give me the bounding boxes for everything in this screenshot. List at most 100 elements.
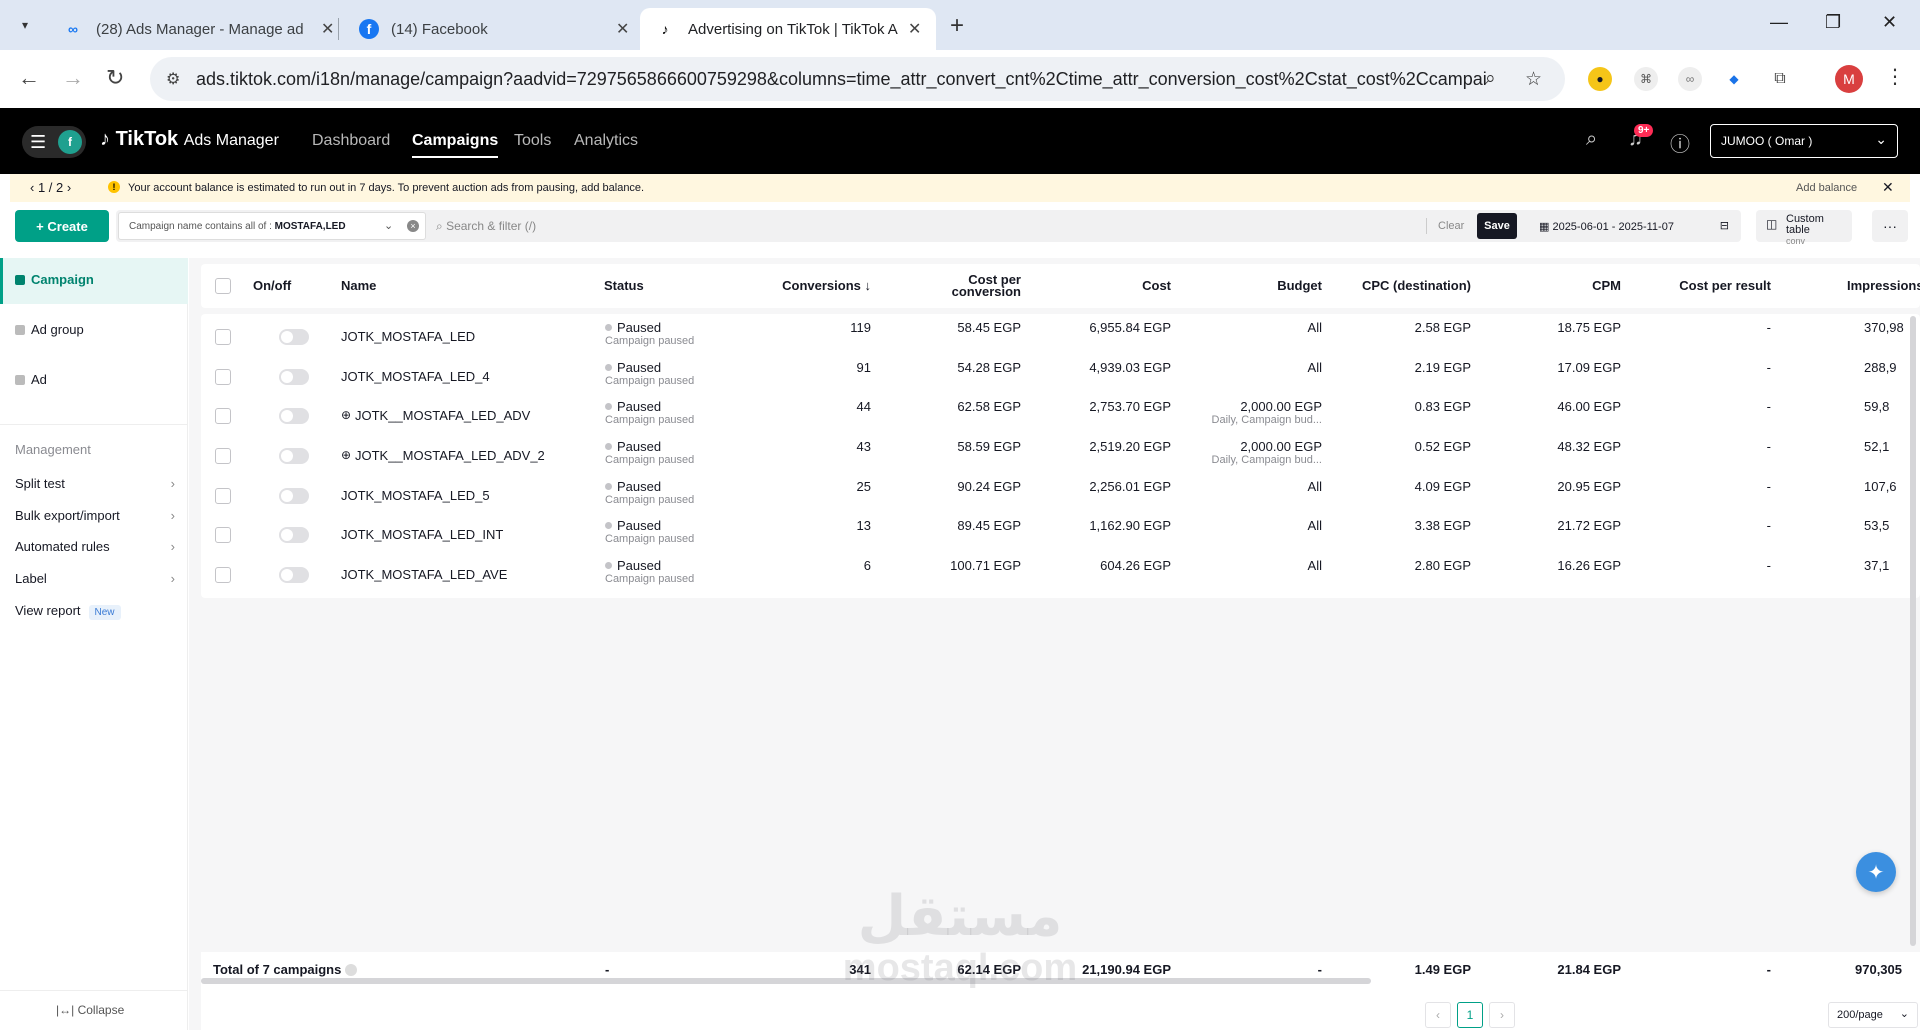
horizontal-scrollbar[interactable] <box>201 978 1371 984</box>
row-checkbox[interactable] <box>215 448 231 464</box>
sidebar-item-label[interactable]: Label › <box>15 571 175 586</box>
campaign-toggle[interactable] <box>279 527 309 543</box>
clear-button[interactable]: Clear <box>1438 220 1464 232</box>
sidebar-item-split-test[interactable]: Split test › <box>15 476 175 491</box>
address-bar[interactable]: ⚙ ads.tiktok.com/i18n/manage/campaign?aa… <box>150 57 1565 101</box>
table-row[interactable]: JOTK_MOSTAFA_LED_AVE Paused Campaign pause… <box>201 552 1920 598</box>
more-options-icon[interactable]: ··· <box>1872 210 1908 242</box>
restore-icon[interactable]: ❐ <box>1825 12 1841 33</box>
save-filter-button[interactable]: Save <box>1477 213 1517 239</box>
sidebar-item-automated-rules[interactable]: Automated rules › <box>15 539 175 554</box>
campaign-toggle[interactable] <box>279 488 309 504</box>
tag-extension-icon[interactable]: ◆ <box>1722 67 1746 91</box>
info-icon[interactable] <box>344 964 357 976</box>
site-info-icon[interactable]: ⚙ <box>166 69 180 89</box>
add-balance-link[interactable]: Add balance <box>1796 182 1857 194</box>
help-icon[interactable]: ⓘ <box>1670 128 1690 157</box>
notice-pager[interactable]: ‹ 1 / 2 › <box>30 180 71 195</box>
search-filter-bar[interactable]: Campaign name contains all of : MOSTAFA,… <box>116 210 1535 242</box>
row-checkbox[interactable] <box>215 488 231 504</box>
row-checkbox[interactable] <box>215 369 231 385</box>
col-cpc[interactable]: CPC (destination) <box>1321 279 1471 292</box>
page-size-select[interactable]: 200/page ⌄ <box>1828 1002 1918 1028</box>
sidebar-level-campaign[interactable]: Campaign <box>0 258 188 304</box>
search-icon[interactable]: ⌕ <box>1586 128 1597 151</box>
col-cost[interactable]: Cost <box>1051 279 1171 292</box>
extension-icon[interactable]: ● <box>1588 67 1612 91</box>
bookmark-star-icon[interactable]: ☆ <box>1525 68 1542 91</box>
close-icon[interactable]: ✕ <box>321 19 334 39</box>
browser-menu-icon[interactable]: ⋮ <box>1885 64 1905 89</box>
clear-chip-icon[interactable]: × <box>407 220 419 232</box>
row-checkbox[interactable] <box>215 408 231 424</box>
filter-chip[interactable]: Campaign name contains all of : MOSTAFA,… <box>118 212 426 240</box>
close-icon[interactable]: ✕ <box>616 19 629 39</box>
row-checkbox[interactable] <box>215 527 231 543</box>
link-extension-icon[interactable]: ∞ <box>1678 67 1702 91</box>
campaign-name-link[interactable]: JOTK_MOSTAFA_LED <box>341 329 475 344</box>
chevron-down-icon[interactable]: ⌄ <box>384 219 393 232</box>
nav-dashboard[interactable]: Dashboard <box>312 132 390 150</box>
tiktok-logo[interactable]: ♪ TikTok Ads Manager <box>100 128 279 151</box>
campaign-toggle[interactable] <box>279 329 309 345</box>
col-cpm[interactable]: CPM <box>1501 279 1621 292</box>
row-checkbox[interactable] <box>215 567 231 583</box>
select-all-checkbox[interactable] <box>215 278 231 294</box>
minimize-icon[interactable]: — <box>1770 12 1788 33</box>
compare-icon[interactable]: ⊟ <box>1720 219 1729 232</box>
campaign-toggle[interactable] <box>279 408 309 424</box>
page-number[interactable]: 1 <box>1457 1002 1483 1028</box>
custom-table-button[interactable]: ◫ Custom table conv <box>1756 210 1852 246</box>
col-name[interactable]: Name <box>341 279 376 292</box>
search-input[interactable]: ⌕ Search & filter (/) <box>436 219 536 234</box>
sidebar-level-ad-group[interactable]: Ad group <box>0 308 188 354</box>
col-impressions[interactable]: Impressions <box>1847 279 1920 292</box>
new-tab-button[interactable]: + <box>950 12 964 40</box>
col-cost-per-result[interactable]: Cost per result <box>1621 279 1771 292</box>
browser-tab-facebook[interactable]: f (14) Facebook ✕ <box>345 8 643 50</box>
col-conversions[interactable]: Conversions ↓ <box>761 279 871 292</box>
code-extension-icon[interactable]: ⌘ <box>1634 67 1658 91</box>
sidebar-item-view-report[interactable]: View report New <box>15 603 175 620</box>
collapse-sidebar-button[interactable]: |↔| Collapse <box>0 990 188 1030</box>
browser-tab-ads-manager[interactable]: ∞ (28) Ads Manager - Manage ad ✕ <box>48 8 348 50</box>
create-button[interactable]: + Create <box>15 210 109 242</box>
sidebar-level-ad[interactable]: Ad <box>0 358 188 404</box>
close-window-icon[interactable]: ✕ <box>1882 12 1897 33</box>
hamburger-icon[interactable]: ☰ <box>30 132 46 153</box>
vertical-scrollbar[interactable] <box>1910 316 1916 946</box>
campaign-name-link[interactable]: JOTK_MOSTAFA_LED_4 <box>341 369 490 384</box>
nav-analytics[interactable]: Analytics <box>574 132 638 150</box>
prev-page-icon[interactable]: ‹ <box>1425 1002 1451 1028</box>
col-cost-per-conversion[interactable]: Cost per conversion <box>901 273 1021 298</box>
close-icon[interactable]: ✕ <box>908 19 921 39</box>
col-budget[interactable]: Budget <box>1201 279 1322 292</box>
campaign-toggle[interactable] <box>279 567 309 583</box>
date-range-picker[interactable]: ▦ 2025-06-01 - 2025-11-07 ⊟ <box>1529 210 1741 242</box>
workspace-switcher[interactable]: ☰ f <box>22 126 86 158</box>
zoom-icon[interactable]: ⌕ <box>1485 68 1496 90</box>
campaign-toggle[interactable] <box>279 369 309 385</box>
url-text[interactable]: ads.tiktok.com/i18n/manage/campaign?aadv… <box>196 69 1486 90</box>
account-selector[interactable]: JUMOO ( Omar ) ⌄ <box>1710 124 1898 158</box>
browser-tab-tiktok[interactable]: ♪ Advertising on TikTok | TikTok A ✕ <box>640 8 936 50</box>
nav-tools[interactable]: Tools <box>514 132 551 150</box>
reload-icon[interactable]: ↻ <box>106 65 124 91</box>
campaign-name-link[interactable]: JOTK_MOSTAFA_LED_AVE <box>341 567 507 582</box>
campaign-name-link[interactable]: JOTK__MOSTAFA_LED_ADV <box>355 408 530 423</box>
profile-avatar[interactable]: M <box>1835 65 1863 93</box>
puzzle-extensions-icon[interactable]: ⧉ <box>1768 67 1792 91</box>
nav-campaigns[interactable]: Campaigns <box>412 132 499 158</box>
assistant-sparkle-icon[interactable]: ✦ <box>1856 852 1896 892</box>
campaign-name-link[interactable]: JOTK__MOSTAFA_LED_ADV_2 <box>355 448 545 463</box>
forward-icon[interactable]: → <box>62 65 84 91</box>
close-icon[interactable]: ✕ <box>1882 179 1894 196</box>
back-icon[interactable]: ← <box>18 65 40 91</box>
campaign-name-link[interactable]: JOTK_MOSTAFA_LED_INT <box>341 527 503 542</box>
sidebar-item-bulk-export[interactable]: Bulk export/import › <box>15 508 175 523</box>
campaign-name-link[interactable]: JOTK_MOSTAFA_LED_5 <box>341 488 490 503</box>
col-status[interactable]: Status <box>604 279 644 292</box>
tab-search-icon[interactable]: ▾ <box>10 10 40 40</box>
campaign-toggle[interactable] <box>279 448 309 464</box>
row-checkbox[interactable] <box>215 329 231 345</box>
